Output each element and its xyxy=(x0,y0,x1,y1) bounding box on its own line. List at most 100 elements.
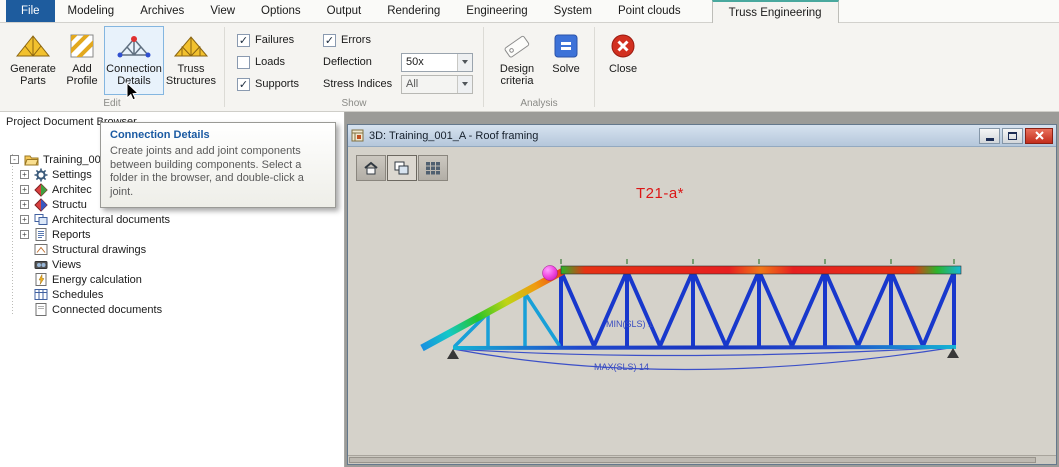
expand-toggle-icon[interactable]: + xyxy=(20,215,29,224)
truss-3d-model xyxy=(348,147,1056,455)
horizontal-scrollbar[interactable] xyxy=(348,455,1056,464)
add-profile-label: Add Profile xyxy=(61,63,103,87)
tab-output[interactable]: Output xyxy=(314,0,375,22)
viewport-window: 3D: Training_001_A - Roof framing xyxy=(347,124,1057,465)
close-icon xyxy=(1035,131,1044,140)
tree-item-label: Training_00 xyxy=(43,154,101,166)
tab-archives[interactable]: Archives xyxy=(127,0,197,22)
tree-item-schedules[interactable]: Schedules xyxy=(0,287,344,302)
ribbon-group-show: ✓ Failures Loads ✓ Supports ✓ E xyxy=(227,23,481,111)
minimize-button[interactable] xyxy=(979,128,1000,144)
expand-toggle-icon[interactable]: + xyxy=(20,170,29,179)
viewport-title: 3D: Training_001_A - Roof framing xyxy=(369,130,977,142)
tab-truss-engineering[interactable]: Truss Engineering xyxy=(712,0,839,23)
expand-toggle-icon[interactable]: + xyxy=(20,185,29,194)
tab-rendering[interactable]: Rendering xyxy=(374,0,453,22)
tree-item-label: Architec xyxy=(52,184,92,196)
tab-engineering[interactable]: Engineering xyxy=(453,0,540,22)
analysis-group-label: Analysis xyxy=(486,98,592,109)
errors-checkbox[interactable]: ✓ Errors xyxy=(323,29,473,51)
generate-parts-button[interactable]: Generate Parts xyxy=(6,26,60,95)
tree-item-reports[interactable]: + Reports xyxy=(0,227,344,242)
tree-item-structural-drawings[interactable]: Structural drawings xyxy=(0,242,344,257)
tooltip-body: Create joints and add joint components b… xyxy=(110,145,322,199)
tab-view[interactable]: View xyxy=(197,0,248,22)
edit-group-label: Edit xyxy=(2,98,222,109)
energy-bolt-icon xyxy=(34,273,48,286)
documents-stack-icon xyxy=(34,213,48,226)
report-document-icon xyxy=(34,228,48,241)
stress-indices-row: Stress Indices All xyxy=(323,73,473,95)
expand-toggle-icon[interactable]: + xyxy=(20,230,29,239)
deflection-row: Deflection 50x xyxy=(323,51,473,73)
tree-item-label: Structural drawings xyxy=(52,244,146,256)
checkbox-icon: ✓ xyxy=(237,78,250,91)
ribbon-group-close: Close xyxy=(597,23,649,111)
viewport-titlebar[interactable]: 3D: Training_001_A - Roof framing xyxy=(348,125,1056,147)
tab-options[interactable]: Options xyxy=(248,0,314,22)
failures-checkbox[interactable]: ✓ Failures xyxy=(237,29,323,51)
supports-checkbox[interactable]: ✓ Supports xyxy=(237,73,323,95)
min-sls-label: MIN(SLS) 1 xyxy=(606,319,653,329)
solve-equals-icon xyxy=(554,30,578,61)
tree-item-connected-documents[interactable]: Connected documents xyxy=(0,302,344,317)
cascade-views-button[interactable] xyxy=(387,155,417,181)
tooltip-title: Connection Details xyxy=(110,129,326,141)
max-sls-label: MAX(SLS) 14 xyxy=(594,362,649,372)
tree-item-label: Reports xyxy=(52,229,91,241)
minimize-icon xyxy=(986,138,994,141)
tab-file[interactable]: File xyxy=(6,0,55,22)
truss-structures-label: Truss Structures xyxy=(165,63,217,87)
checkbox-icon: ✓ xyxy=(323,34,336,47)
house-icon xyxy=(363,161,379,175)
loads-label: Loads xyxy=(255,56,285,68)
maximize-button[interactable] xyxy=(1002,128,1023,144)
solve-button[interactable]: Solve xyxy=(544,26,588,95)
deflection-dropdown[interactable]: 50x xyxy=(401,53,473,72)
profile-stripes-icon xyxy=(68,30,96,61)
tree-item-architectural-documents[interactable]: + Architectural documents xyxy=(0,212,344,227)
tree-item-label: Views xyxy=(52,259,81,271)
scrollbar-thumb[interactable] xyxy=(349,457,1036,463)
grid-views-button[interactable] xyxy=(418,155,448,181)
tag-icon xyxy=(502,30,532,61)
add-profile-button[interactable]: Add Profile xyxy=(60,26,104,95)
document-icon xyxy=(34,303,48,316)
tab-system[interactable]: System xyxy=(541,0,605,22)
close-button[interactable]: Close xyxy=(601,26,645,95)
application-window: File Modeling Archives View Options Outp… xyxy=(0,0,1059,467)
tab-modeling[interactable]: Modeling xyxy=(55,0,128,22)
checkbox-icon: ✓ xyxy=(237,34,250,47)
structural-model-icon xyxy=(34,198,48,212)
stress-indices-dropdown[interactable]: All xyxy=(401,75,473,94)
ribbon: Generate Parts Add Profile Connection De… xyxy=(0,23,1059,112)
schedule-table-icon xyxy=(34,288,48,301)
group-separator xyxy=(483,27,484,107)
stress-indices-value: All xyxy=(402,76,457,93)
gear-icon xyxy=(34,168,48,182)
chevron-down-icon xyxy=(457,76,472,93)
menu-tab-bar: File Modeling Archives View Options Outp… xyxy=(0,0,1059,23)
collapse-toggle-icon[interactable]: - xyxy=(10,155,19,164)
tree-item-label: Energy calculation xyxy=(52,274,142,286)
tree-item-energy-calculation[interactable]: Energy calculation xyxy=(0,272,344,287)
truss-label: T21-a* xyxy=(636,185,684,202)
show-group-label: Show xyxy=(227,98,481,109)
design-criteria-button[interactable]: Design criteria xyxy=(490,26,544,95)
home-view-button[interactable] xyxy=(356,155,386,181)
errors-label: Errors xyxy=(341,34,371,46)
group-separator xyxy=(224,27,225,107)
cascade-windows-icon xyxy=(394,161,410,175)
expand-toggle-icon[interactable]: + xyxy=(20,200,29,209)
tree-item-views[interactable]: Views xyxy=(0,257,344,272)
deflection-value: 50x xyxy=(402,54,457,71)
viewport-canvas[interactable]: T21-a* MIN(SLS) 1 MAX(SLS) 14 xyxy=(348,147,1056,464)
close-window-button[interactable] xyxy=(1025,128,1053,144)
solve-label: Solve xyxy=(552,63,580,75)
truss-structures-button[interactable]: Truss Structures xyxy=(164,26,218,95)
tree-item-label: Settings xyxy=(52,169,92,181)
show-checkbox-column-2: ✓ Errors Deflection 50x Stress Indices xyxy=(323,29,473,95)
tab-point-clouds[interactable]: Point clouds xyxy=(605,0,694,22)
loads-checkbox[interactable]: Loads xyxy=(237,51,323,73)
deflection-label: Deflection xyxy=(323,56,401,68)
